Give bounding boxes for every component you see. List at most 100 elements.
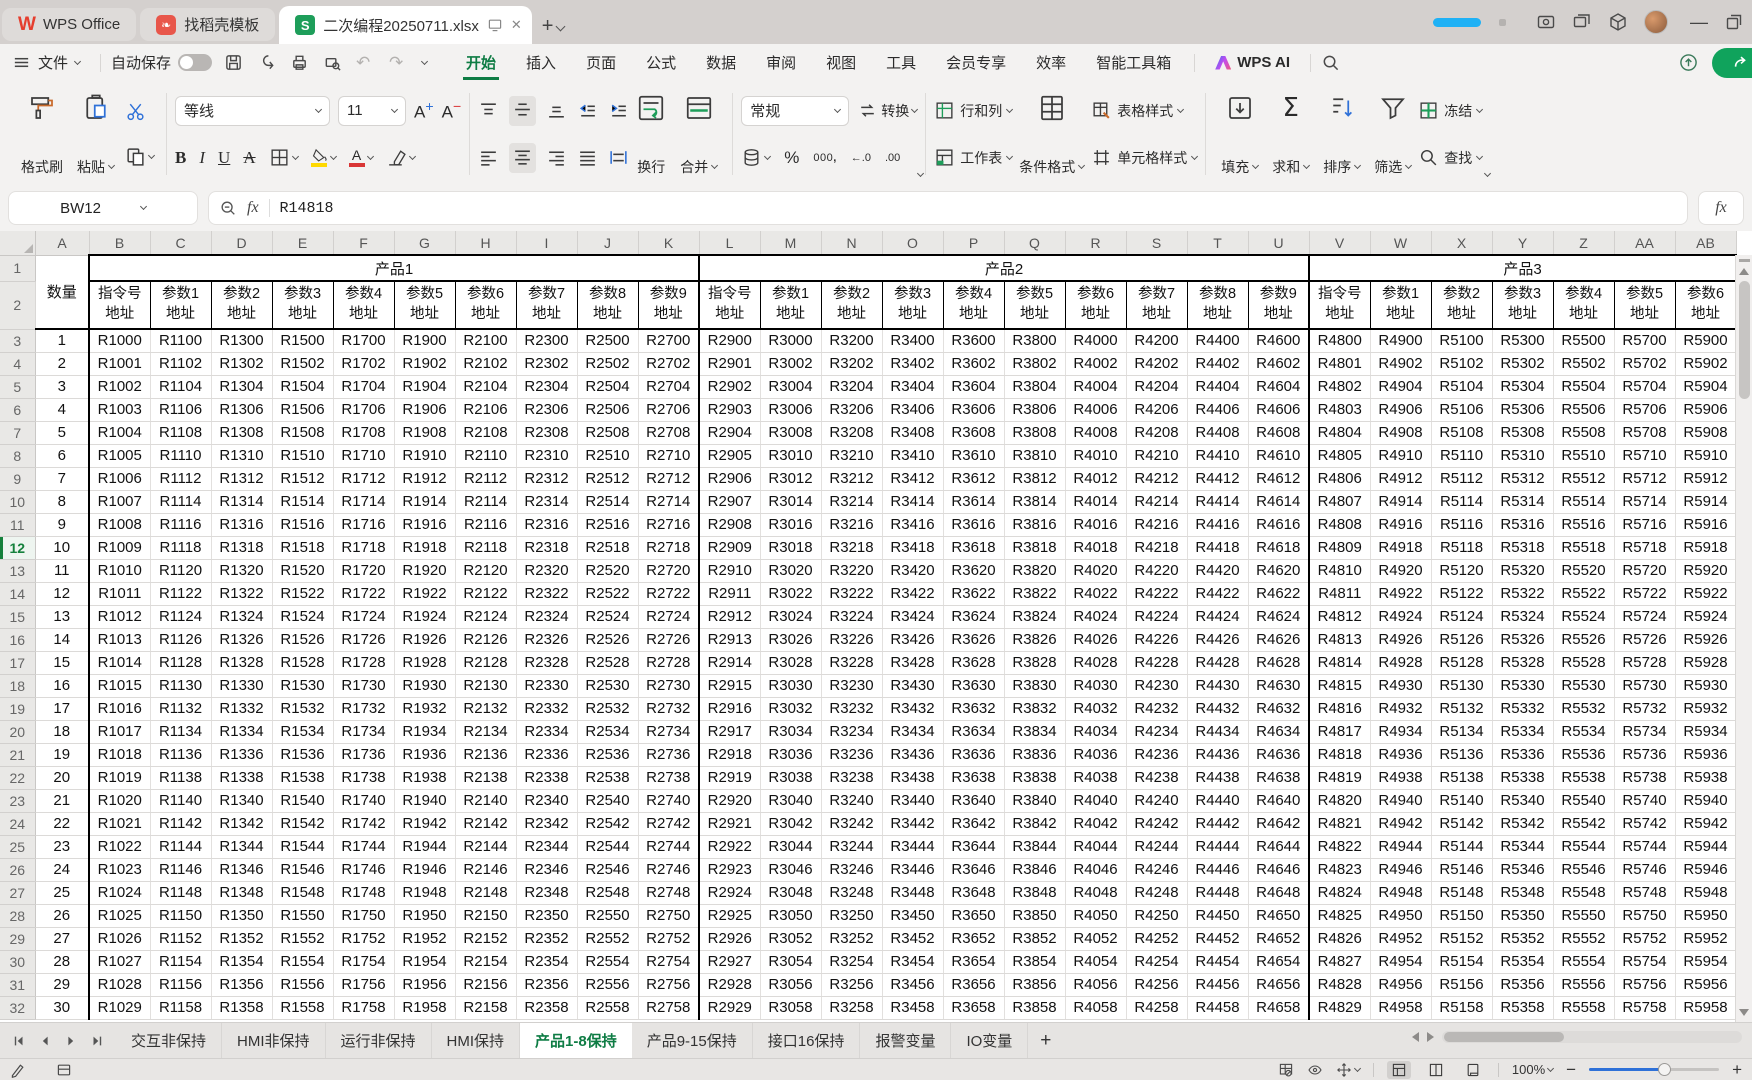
cell[interactable]: R2500 bbox=[577, 329, 638, 352]
cell[interactable]: R5548 bbox=[1553, 881, 1614, 904]
cell[interactable]: R1346 bbox=[211, 858, 272, 881]
cell[interactable]: R4618 bbox=[1248, 536, 1309, 559]
cell[interactable]: R1544 bbox=[272, 835, 333, 858]
cell[interactable]: R4426 bbox=[1187, 628, 1248, 651]
cell[interactable]: R1120 bbox=[150, 559, 211, 582]
cell[interactable]: R4952 bbox=[1370, 927, 1431, 950]
cell[interactable]: R2722 bbox=[638, 582, 699, 605]
cell[interactable]: R3016 bbox=[760, 513, 821, 536]
cell[interactable]: R5534 bbox=[1553, 720, 1614, 743]
cell[interactable]: R2907 bbox=[699, 490, 760, 513]
cell[interactable]: R4816 bbox=[1309, 697, 1370, 720]
cell[interactable]: R1007 bbox=[89, 490, 150, 513]
cell[interactable]: R4006 bbox=[1065, 398, 1126, 421]
cell[interactable]: R1500 bbox=[272, 329, 333, 352]
cell[interactable]: R2904 bbox=[699, 421, 760, 444]
cell[interactable]: R1344 bbox=[211, 835, 272, 858]
cell[interactable]: R5702 bbox=[1614, 352, 1675, 375]
cell[interactable]: R2110 bbox=[455, 444, 516, 467]
cell[interactable]: R1148 bbox=[150, 881, 211, 904]
cell[interactable]: R2922 bbox=[699, 835, 760, 858]
cell[interactable]: R3242 bbox=[821, 812, 882, 835]
sort-button[interactable]: 排序 bbox=[1316, 87, 1367, 181]
cell[interactable]: R5732 bbox=[1614, 697, 1675, 720]
cell[interactable]: R2927 bbox=[699, 950, 760, 973]
cell[interactable]: R3216 bbox=[821, 513, 882, 536]
cell[interactable]: R1540 bbox=[272, 789, 333, 812]
align-bottom-icon[interactable] bbox=[546, 100, 567, 121]
cell[interactable]: R5556 bbox=[1553, 973, 1614, 996]
increase-decimal-button[interactable]: ←.0 bbox=[851, 152, 871, 164]
docer-template-tab[interactable]: ❧ 找稻壳模板 bbox=[140, 8, 275, 41]
cell[interactable]: R2538 bbox=[577, 766, 638, 789]
column-header-V[interactable]: V bbox=[1309, 231, 1370, 255]
cell[interactable]: R1744 bbox=[333, 835, 394, 858]
search-icon[interactable] bbox=[1321, 53, 1340, 72]
cell[interactable]: R1100 bbox=[150, 329, 211, 352]
cell[interactable]: R1530 bbox=[272, 674, 333, 697]
cell[interactable]: R5522 bbox=[1553, 582, 1614, 605]
cell[interactable]: R3432 bbox=[882, 697, 943, 720]
cell[interactable]: R4258 bbox=[1126, 996, 1187, 1019]
cell[interactable]: 28 bbox=[35, 950, 89, 973]
cell[interactable]: R5300 bbox=[1492, 329, 1553, 352]
cell[interactable]: R1714 bbox=[333, 490, 394, 513]
cell[interactable]: R1534 bbox=[272, 720, 333, 743]
cell[interactable]: R3232 bbox=[821, 697, 882, 720]
cell[interactable]: R1025 bbox=[89, 904, 150, 927]
cell[interactable]: R5912 bbox=[1675, 467, 1736, 490]
cell[interactable]: R2520 bbox=[577, 559, 638, 582]
sheet-tab-报警变量[interactable]: 报警变量 bbox=[860, 1023, 951, 1058]
cell[interactable]: R4038 bbox=[1065, 766, 1126, 789]
cell[interactable]: R1948 bbox=[394, 881, 455, 904]
percent-button[interactable]: % bbox=[784, 148, 799, 168]
cell[interactable]: R1016 bbox=[89, 697, 150, 720]
cell[interactable]: R2736 bbox=[638, 743, 699, 766]
cell[interactable]: R5734 bbox=[1614, 720, 1675, 743]
cell[interactable]: R3822 bbox=[1004, 582, 1065, 605]
italic-button[interactable]: I bbox=[199, 148, 205, 168]
cell[interactable]: R5746 bbox=[1614, 858, 1675, 881]
cell[interactable]: R1730 bbox=[333, 674, 394, 697]
cell[interactable]: R2720 bbox=[638, 559, 699, 582]
cell[interactable]: R2558 bbox=[577, 996, 638, 1019]
param-header[interactable]: 参数4地址 bbox=[943, 281, 1004, 329]
row-header-15[interactable]: 15 bbox=[0, 605, 35, 628]
cell[interactable]: R3026 bbox=[760, 628, 821, 651]
cell[interactable]: R3606 bbox=[943, 398, 1004, 421]
cell[interactable]: R5526 bbox=[1553, 628, 1614, 651]
cell[interactable]: R2310 bbox=[516, 444, 577, 467]
cell[interactable]: R4236 bbox=[1126, 743, 1187, 766]
cell[interactable]: R2150 bbox=[455, 904, 516, 927]
cell[interactable]: R1019 bbox=[89, 766, 150, 789]
share-button[interactable] bbox=[1712, 48, 1752, 78]
cell[interactable]: R4034 bbox=[1065, 720, 1126, 743]
cell[interactable]: R2324 bbox=[516, 605, 577, 628]
cell[interactable]: R4807 bbox=[1309, 490, 1370, 513]
wrap-text-button[interactable]: 换行 bbox=[629, 87, 673, 181]
cell[interactable]: R2354 bbox=[516, 950, 577, 973]
cell[interactable]: R3018 bbox=[760, 536, 821, 559]
cell[interactable]: R2504 bbox=[577, 375, 638, 398]
cell[interactable]: R5114 bbox=[1431, 490, 1492, 513]
cell[interactable]: R3452 bbox=[882, 927, 943, 950]
cell[interactable]: R4228 bbox=[1126, 651, 1187, 674]
cell[interactable]: R1936 bbox=[394, 743, 455, 766]
cell[interactable]: R4600 bbox=[1248, 329, 1309, 352]
cell[interactable]: R4806 bbox=[1309, 467, 1370, 490]
cell[interactable]: R1712 bbox=[333, 467, 394, 490]
cell[interactable]: R1550 bbox=[272, 904, 333, 927]
cell[interactable]: R5144 bbox=[1431, 835, 1492, 858]
cell[interactable]: R4056 bbox=[1065, 973, 1126, 996]
cell[interactable]: R5516 bbox=[1553, 513, 1614, 536]
cell[interactable]: R2925 bbox=[699, 904, 760, 927]
cell[interactable]: R3254 bbox=[821, 950, 882, 973]
cell[interactable]: R1132 bbox=[150, 697, 211, 720]
cell[interactable]: 27 bbox=[35, 927, 89, 950]
cell[interactable]: R3632 bbox=[943, 697, 1004, 720]
cell[interactable]: R2350 bbox=[516, 904, 577, 927]
row-header-22[interactable]: 22 bbox=[0, 766, 35, 789]
cell[interactable]: R1152 bbox=[150, 927, 211, 950]
cell[interactable]: R5754 bbox=[1614, 950, 1675, 973]
cell[interactable]: R2108 bbox=[455, 421, 516, 444]
